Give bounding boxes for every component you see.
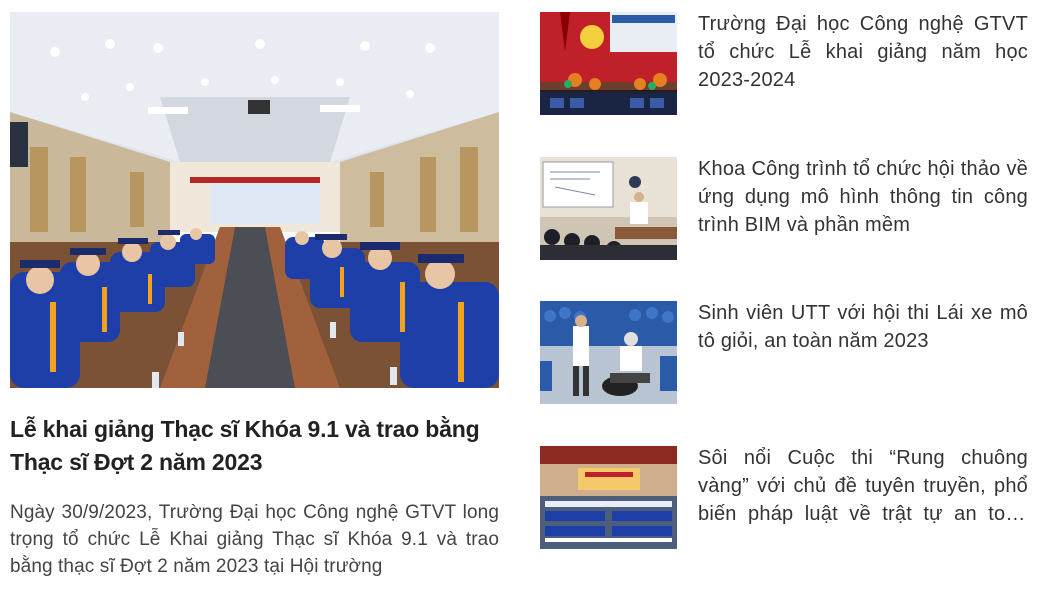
news-title[interactable]: Sinh viên UTT với hội thi Lái xe mô tô g… (698, 299, 1028, 355)
news-item: Sôi nổi Cuộc thi “Rung chuông vàng” với … (540, 446, 1030, 556)
news-item: Trường Đại học Công nghệ GTVT tổ chức Lễ… (540, 12, 1030, 122)
featured-excerpt: Ngày 30/9/2023, Trường Đại học Công nghệ… (10, 502, 499, 577)
news-item: Khoa Công trình tổ chức hội thảo về ứng … (540, 157, 1030, 267)
featured-title[interactable]: Lễ khai giảng Thạc sĩ Khóa 9.1 và trao b… (10, 413, 499, 479)
news-title[interactable]: Khoa Công trình tổ chức hội thảo về ứng … (698, 155, 1028, 239)
news-title[interactable]: Sôi nổi Cuộc thi “Rung chuông vàng” với … (698, 444, 1028, 528)
news-title[interactable]: Trường Đại học Công nghệ GTVT tổ chức Lễ… (698, 10, 1028, 94)
news-thumbnail[interactable] (540, 446, 677, 549)
featured-article: Lễ khai giảng Thạc sĩ Khóa 9.1 và trao b… (10, 12, 499, 580)
news-thumbnail[interactable] (540, 12, 677, 115)
news-thumbnail[interactable] (540, 301, 677, 404)
featured-image[interactable] (10, 12, 499, 388)
news-thumbnail[interactable] (540, 157, 677, 260)
news-item: Sinh viên UTT với hội thi Lái xe mô tô g… (540, 301, 1030, 411)
